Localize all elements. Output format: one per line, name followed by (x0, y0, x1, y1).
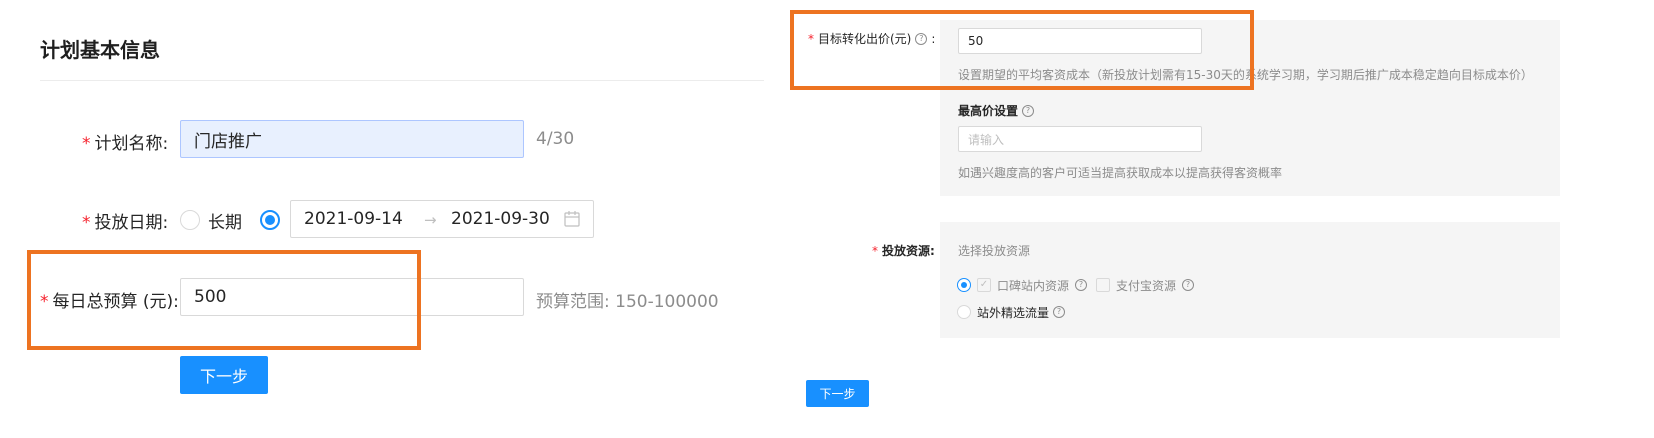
help-icon[interactable]: ? (1053, 306, 1065, 318)
alipay-label: 支付宝资源 (1116, 279, 1177, 293)
help-icon[interactable]: ? (1182, 279, 1194, 291)
budget-range-hint: 预算范围: 150-100000 (536, 292, 719, 312)
dates-label: * 投放日期: (82, 213, 169, 233)
radio-long-term[interactable] (180, 210, 200, 230)
required-marker: * (82, 134, 91, 154)
plan-name-counter: 4/30 (536, 129, 575, 149)
max-bid-label: 最高价设置 ? (958, 102, 1035, 119)
date-range-picker[interactable]: 2021-09-14 → 2021-09-30 (290, 200, 594, 238)
radio-offsite-traffic[interactable] (957, 305, 971, 319)
section-divider (40, 80, 764, 81)
plan-name-input[interactable]: 门店推广 (180, 120, 524, 158)
next-step-button-right[interactable]: 下一步 (806, 380, 869, 407)
plan-name-label: * 计划名称: (82, 134, 169, 154)
range-arrow: → (424, 211, 437, 229)
radio-onsite-resources[interactable] (957, 278, 971, 292)
start-date: 2021-09-14 (304, 209, 403, 229)
resources-title: 选择投放资源 (958, 244, 1031, 258)
budget-highlight-box (27, 250, 421, 350)
calendar-icon (564, 210, 580, 231)
radio-long-term-label: 长期 (208, 213, 242, 233)
help-icon[interactable]: ? (1022, 104, 1035, 117)
target-bid-highlight-box (790, 10, 1254, 90)
resources-label: * 投放资源: (872, 244, 935, 258)
max-bid-hint: 如遇兴趣度高的客户可适当提高获取成本以提高获得客资概率 (958, 166, 1283, 180)
max-bid-input[interactable]: 请输入 (958, 126, 1202, 152)
checkbox-koubei[interactable]: ✓ (977, 278, 991, 292)
next-step-button[interactable]: 下一步 (180, 356, 268, 394)
offsite-label: 站外精选流量 (977, 306, 1050, 320)
help-icon[interactable]: ? (1075, 279, 1087, 291)
koubei-label: 口碑站内资源 (997, 279, 1070, 293)
required-marker: * (872, 244, 878, 258)
radio-date-range[interactable] (260, 210, 280, 230)
checkbox-alipay[interactable] (1096, 278, 1110, 292)
required-marker: * (82, 213, 91, 233)
end-date: 2021-09-30 (451, 209, 550, 229)
section-title: 计划基本信息 (40, 38, 160, 62)
